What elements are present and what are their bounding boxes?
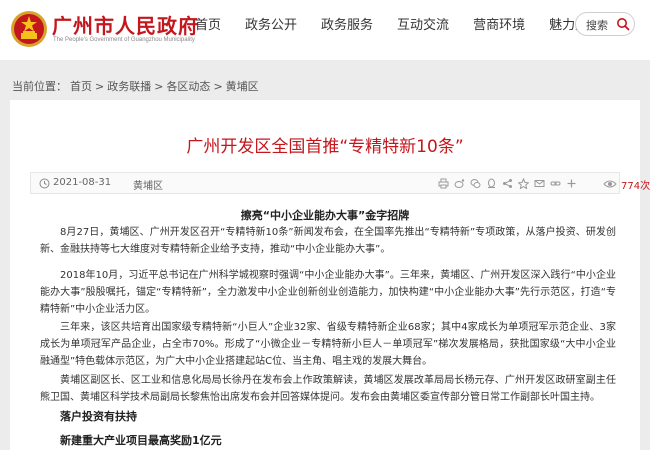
nav-item-gov-affairs-open[interactable]: 政务公开: [245, 0, 297, 52]
nav-item-business-env[interactable]: 营商环境: [473, 0, 525, 52]
section-heading: 新建重大产业项目最高奖励1亿元: [60, 434, 222, 447]
site-name[interactable]: 广州市人民政府: [52, 10, 199, 39]
link-icon[interactable]: [550, 178, 561, 189]
breadcrumb-separator: >: [154, 79, 164, 93]
site-subtitle: The People's Government of Guangzhou Mun…: [53, 37, 195, 43]
breadcrumb-item-district-news[interactable]: 各区动态: [166, 78, 210, 94]
view-count: 774次: [621, 181, 650, 192]
article-subhead: 擦亮“中小企业能办大事”金字招牌: [240, 209, 410, 222]
article-paragraph: 三年来，该区共培育出国家级专精特新“小巨人”企业32家、省级专精特新企业68家；…: [40, 322, 616, 367]
national-emblem-icon[interactable]: [10, 10, 48, 48]
article-paragraph: 黄埔区副区长、区工业和信息化局局长徐丹在发布会上作政策解读，黄埔区发展改革局局长…: [40, 375, 616, 403]
breadcrumb-item-huangpu[interactable]: 黄埔区: [226, 78, 259, 94]
article-paragraph: 2018年10月，习近平总书记在广州科学城视察时强调“中小企业能办大事”。三年来…: [40, 270, 616, 315]
breadcrumb-separator: >: [95, 79, 105, 93]
weibo-icon[interactable]: [454, 178, 465, 189]
section-heading: 落户投资有扶持: [60, 410, 137, 423]
breadcrumb-separator: >: [213, 79, 223, 93]
article-source: 黄埔区: [133, 181, 163, 192]
nav-item-interaction[interactable]: 互动交流: [397, 0, 449, 52]
main-nav: 首页 政务公开 政务服务 互动交流 营商环境 魅力广州: [195, 0, 625, 52]
article-paragraph: 8月27日，黄埔区、广州开发区召开“专精特新10条”新闻发布会，在全国率先推出“…: [40, 227, 616, 255]
breadcrumb-prefix: 当前位置：: [12, 80, 67, 93]
eye-icon: [603, 180, 617, 188]
article-title: 广州开发区全国首推“专精特新10条”: [186, 137, 464, 157]
search-icon[interactable]: [616, 17, 630, 31]
print-icon[interactable]: [438, 178, 449, 189]
search-box[interactable]: 搜索: [575, 12, 635, 36]
qzone-icon[interactable]: [518, 178, 529, 189]
nav-item-gov-services[interactable]: 政务服务: [321, 0, 373, 52]
article-content: 广州开发区全国首推“专精特新10条” 2021-08-31 黄埔区 774次 擦…: [10, 100, 650, 450]
more-icon[interactable]: [566, 178, 577, 189]
article-date: 2021-08-31: [53, 177, 112, 188]
qq-icon[interactable]: [486, 178, 497, 189]
breadcrumb-item-home[interactable]: 首页: [70, 78, 92, 94]
share-toolbar: [438, 178, 582, 189]
mail-icon[interactable]: [534, 178, 545, 189]
site-header: 广州市人民政府 The People's Government of Guang…: [0, 0, 650, 60]
article-meta-bar: 2021-08-31 黄埔区 774次: [30, 172, 650, 194]
search-label: 搜索: [586, 19, 608, 32]
nav-item-home[interactable]: 首页: [195, 0, 221, 52]
clock-icon: [39, 178, 50, 189]
breadcrumb-item-news[interactable]: 政务联播: [107, 78, 151, 94]
wechat-icon[interactable]: [470, 178, 481, 189]
breadcrumb: 当前位置： 首页 > 政务联播 > 各区动态 > 黄埔区: [0, 74, 650, 98]
share-icon[interactable]: [502, 178, 513, 189]
